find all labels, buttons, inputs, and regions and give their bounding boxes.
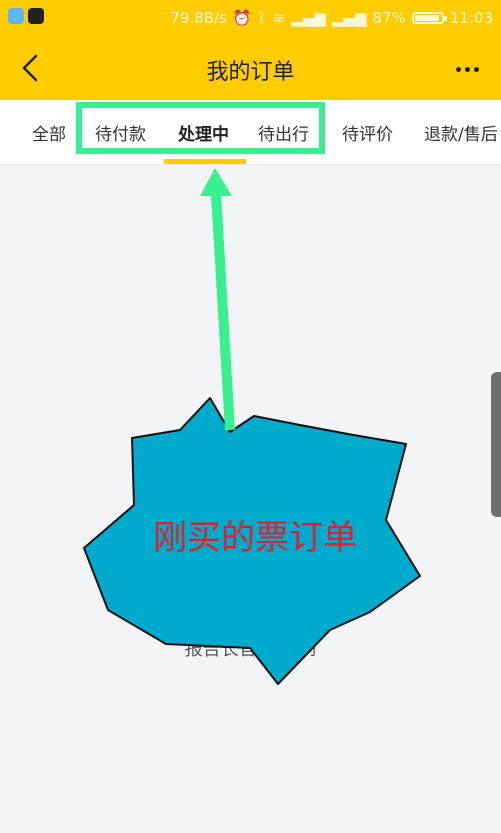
- empty-state-message: 报告长官，这 到: [184, 639, 317, 660]
- tab-pending-travel[interactable]: 待出行: [258, 120, 309, 145]
- signal-icon: ▂▄▆: [291, 9, 326, 27]
- active-tab-indicator: [164, 159, 246, 164]
- status-bar-right: 79.8B/s ⏰ ᛒ ≋ ▂▄▆ ▂▄▆ 87% 11:03: [170, 9, 493, 27]
- shield-app-icon: [8, 8, 24, 24]
- order-tabs: 全部 待付款 处理中 待出行 待评价 退款/售后: [0, 100, 501, 165]
- app-toolbar: 我的订单: [0, 36, 501, 100]
- tab-processing[interactable]: 处理中: [178, 120, 229, 145]
- page-title: 我的订单: [206, 60, 295, 85]
- network-speed: 79.8B/s: [170, 9, 227, 27]
- wifi-icon: ≋: [272, 9, 286, 27]
- tab-pending-review[interactable]: 待评价: [342, 120, 393, 145]
- tab-all[interactable]: 全部: [32, 120, 66, 145]
- qq-app-icon: [28, 8, 44, 24]
- tab-refund-aftersale[interactable]: 退款/售后: [424, 120, 498, 145]
- battery-percent: 87%: [372, 9, 406, 27]
- tab-pending-payment[interactable]: 待付款: [95, 120, 146, 145]
- order-list-area: 报告长官，这 到: [0, 165, 501, 833]
- annotation-callout-text: 刚买的票订单: [153, 518, 357, 558]
- alarm-icon: ⏰: [232, 9, 252, 27]
- more-dot-icon: [455, 66, 461, 72]
- battery-icon: [411, 12, 447, 24]
- signal-icon-2: ▂▄▆: [331, 9, 367, 27]
- status-bar-app-icons: [8, 8, 44, 24]
- scroll-handle[interactable]: [491, 372, 501, 517]
- bluetooth-icon: ᛒ: [257, 9, 267, 27]
- clock: 11:03: [449, 9, 493, 27]
- more-options-button[interactable]: [449, 54, 485, 84]
- status-bar: 79.8B/s ⏰ ᛒ ≋ ▂▄▆ ▂▄▆ 87% 11:03: [0, 0, 501, 36]
- battery-fill: [414, 15, 440, 21]
- more-dot-icon: [473, 66, 479, 72]
- more-dot-icon: [464, 66, 470, 72]
